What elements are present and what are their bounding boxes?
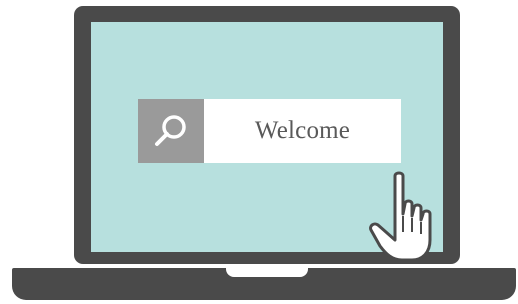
- search-input-value: Welcome: [254, 117, 351, 144]
- search-bar[interactable]: Welcome: [138, 99, 401, 163]
- search-input[interactable]: Welcome: [204, 99, 401, 163]
- laptop-notch: [226, 268, 308, 277]
- pointer-hand-icon: [369, 171, 432, 262]
- search-icon: [155, 115, 186, 146]
- search-button[interactable]: [138, 99, 204, 163]
